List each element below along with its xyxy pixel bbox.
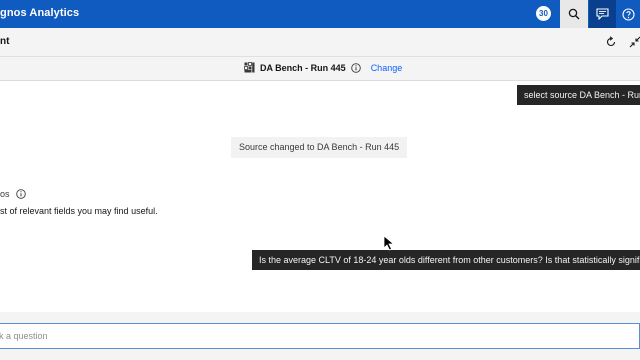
result-description: st of relevant fields you may find usefu…	[0, 206, 158, 216]
assistant-chat-button[interactable]	[589, 0, 616, 28]
app-header: gnos Analytics 30	[0, 0, 640, 28]
chat-icon	[596, 8, 609, 20]
help-icon	[622, 7, 635, 21]
search-icon	[568, 8, 580, 20]
info-icon[interactable]	[15, 189, 26, 199]
info-icon[interactable]	[350, 62, 361, 73]
change-source-link[interactable]: Change	[371, 63, 403, 73]
result-heading-text: os	[0, 189, 10, 199]
app-title: gnos Analytics	[0, 7, 80, 19]
source-selector: DA Bench - Run 445 Change	[244, 62, 402, 73]
help-button[interactable]	[617, 0, 640, 28]
source-bar: DA Bench - Run 445 Change	[0, 57, 640, 81]
user-message: select source DA Bench - Run	[517, 85, 640, 105]
search-button[interactable]	[560, 0, 588, 28]
panel-title: nt	[0, 36, 10, 47]
data-module-icon	[244, 62, 255, 73]
mouse-pointer-icon	[383, 235, 395, 251]
source-name: DA Bench - Run 445	[260, 62, 346, 73]
user-question-message: Is the average CLTV of 18-24 year olds d…	[252, 250, 640, 270]
notification-badge[interactable]: 30	[536, 6, 551, 21]
result-heading: os	[0, 189, 26, 199]
panel-header: nt	[0, 28, 640, 57]
collapse-icon[interactable]	[628, 35, 640, 49]
reset-icon[interactable]	[604, 35, 618, 49]
source-changed-message: Source changed to DA Bench - Run 445	[231, 137, 408, 158]
ask-question-input[interactable]	[0, 323, 640, 349]
